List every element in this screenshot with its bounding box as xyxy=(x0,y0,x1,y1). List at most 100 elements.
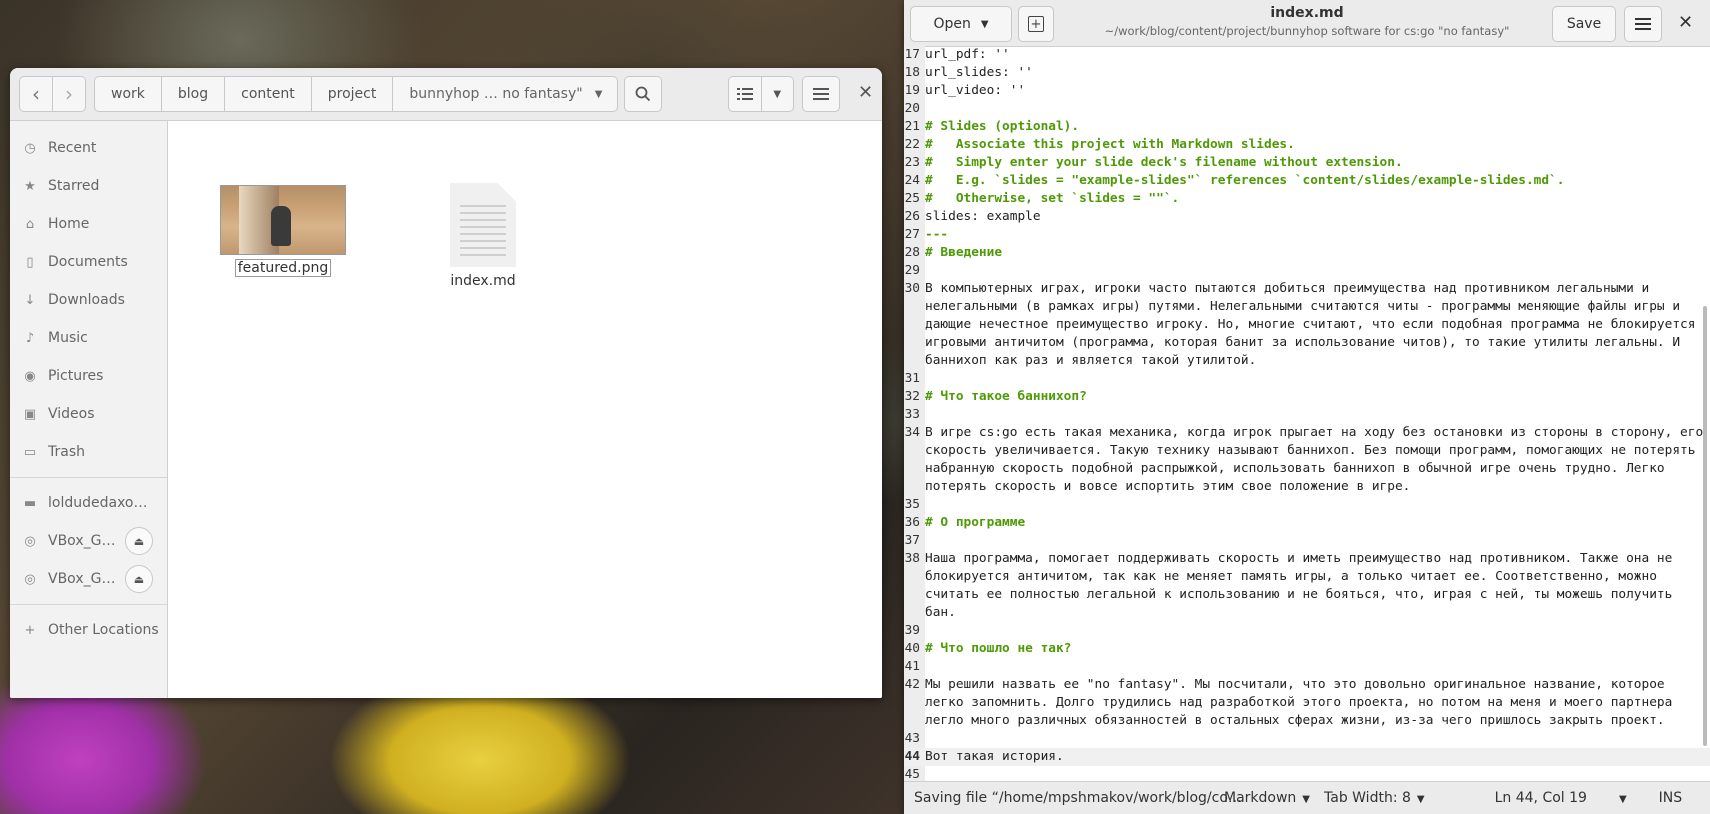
file-item-featured-png[interactable]: featured.png xyxy=(218,185,348,277)
code-line[interactable]: 18 url_slides: '' xyxy=(904,64,1710,82)
sidebar-item-downloads[interactable]: ↓ Downloads xyxy=(10,281,167,319)
open-button[interactable]: Open ▼ xyxy=(910,6,1012,42)
code-line[interactable]: 36 # О программе xyxy=(904,514,1710,532)
code-line[interactable]: 30 В компьютерных играх, игроки часто пыт… xyxy=(904,280,1710,370)
code-line[interactable]: 31 xyxy=(904,370,1710,388)
line-text xyxy=(924,730,1710,748)
code-line[interactable]: 45 xyxy=(904,766,1710,782)
files-close-button[interactable]: ✕ xyxy=(858,82,873,103)
sidebar-item-home[interactable]: ⌂ Home xyxy=(10,205,167,243)
code-line[interactable]: 38 Наша программа, помогает поддерживать … xyxy=(904,550,1710,622)
line-number: 17 xyxy=(904,47,920,62)
sidebar-item-other-locations[interactable]: + Other Locations xyxy=(10,611,167,649)
comment-text: # Associate this project with Markdown s… xyxy=(925,137,1295,152)
line-text xyxy=(924,658,1710,676)
sidebar-item-trash[interactable]: ▭ Trash xyxy=(10,433,167,471)
code-line[interactable]: 33 xyxy=(904,406,1710,424)
new-tab-button[interactable]: + xyxy=(1018,6,1054,42)
editor-close-button[interactable]: ✕ xyxy=(1678,12,1693,33)
drive-icon: ▬ xyxy=(23,495,37,511)
status-message: Saving file “/home/mpshmakov/work/blog/c… xyxy=(914,790,1242,806)
editor-title: index.md ~/work/blog/content/project/bun… xyxy=(1054,5,1560,38)
line-text xyxy=(924,532,1710,550)
line-number: 19 xyxy=(904,83,920,98)
breadcrumb-content[interactable]: content xyxy=(225,77,312,111)
nav-buttons: ‹ › xyxy=(19,76,86,112)
code-line[interactable]: 39 xyxy=(904,622,1710,640)
editor-menu-button[interactable] xyxy=(1624,6,1662,42)
code-line[interactable]: 22 # Associate this project with Markdown… xyxy=(904,136,1710,154)
code-line[interactable]: 43 xyxy=(904,730,1710,748)
line-text: url_pdf: '' xyxy=(925,47,1010,62)
line-number: 27 xyxy=(904,227,920,242)
view-options-button[interactable]: ▼ xyxy=(760,77,794,111)
code-line[interactable]: 27 --- xyxy=(904,226,1710,244)
line-text: Наша программа, помогает поддерживать ск… xyxy=(925,551,1681,620)
text-editor-area[interactable]: 17 url_pdf: '' 18 url_slides: '' 19 url_video… xyxy=(904,46,1710,782)
code-line[interactable]: 21 # Slides (optional). xyxy=(904,118,1710,136)
line-number: 37 xyxy=(904,533,920,548)
sidebar-item-starred[interactable]: ★ Starred xyxy=(10,167,167,205)
code-line[interactable]: 17 url_pdf: '' xyxy=(904,46,1710,64)
code-line[interactable]: 28 # Введение xyxy=(904,244,1710,262)
search-button[interactable] xyxy=(624,76,662,112)
sidebar-item-videos[interactable]: ▣ Videos xyxy=(10,395,167,433)
comment-text: # E.g. `slides = "example-slides"` refer… xyxy=(925,173,1565,188)
disc-icon: ◎ xyxy=(24,533,36,549)
sidebar-item-vbox-2[interactable]: ◎ VBox_G… ⏏ xyxy=(10,560,167,598)
language-label: Markdown xyxy=(1224,790,1297,806)
sidebar-item-label: Music xyxy=(48,330,88,346)
file-name: featured.png xyxy=(234,259,332,277)
cursor-position-selector[interactable]: Ln 44, Col 19 ▼ xyxy=(1495,790,1627,806)
line-number: 23 xyxy=(904,155,920,170)
line-text: url_slides: '' xyxy=(925,65,1033,80)
sidebar-item-documents[interactable]: ▯ Documents xyxy=(10,243,167,281)
file-item-index-md[interactable]: index.md xyxy=(433,183,533,289)
code-line[interactable]: 26 slides: example xyxy=(904,208,1710,226)
current-line[interactable]: 44 Вот такая история. xyxy=(904,748,1710,766)
forward-button[interactable]: › xyxy=(52,77,85,111)
code-line[interactable]: 23 # Simply enter your slide deck's filen… xyxy=(904,154,1710,172)
code-line[interactable]: 29 xyxy=(904,262,1710,280)
sidebar-item-drive[interactable]: ▬ loldudedaxo… xyxy=(10,484,167,522)
eject-button[interactable]: ⏏ xyxy=(125,527,153,555)
save-button[interactable]: Save xyxy=(1552,6,1616,42)
hamburger-menu-icon xyxy=(1635,18,1651,30)
code-line[interactable]: 37 xyxy=(904,532,1710,550)
sidebar-item-label: Home xyxy=(48,216,90,232)
back-button[interactable]: ‹ xyxy=(20,77,52,111)
code-line[interactable]: 19 url_video: '' xyxy=(904,82,1710,100)
code-line[interactable]: 42 Мы решили назвать ее "no fantasy". Мы … xyxy=(904,676,1710,730)
code-line[interactable]: 34 В игре cs:go есть такая механика, когд… xyxy=(904,424,1710,496)
breadcrumb-current-folder[interactable]: bunnyhop … no fantasy" ▼ xyxy=(393,77,618,111)
list-view-button[interactable] xyxy=(729,77,761,111)
tab-width-selector[interactable]: Tab Width: 8 ▼ xyxy=(1324,790,1425,806)
code-line[interactable]: 24 # E.g. `slides = "example-slides"` ref… xyxy=(904,172,1710,190)
document-path: ~/work/blog/content/project/bunnyhop sof… xyxy=(1104,24,1510,38)
line-text: slides: example xyxy=(925,209,1041,224)
code-line[interactable]: 35 xyxy=(904,496,1710,514)
files-menu-button[interactable] xyxy=(802,76,840,112)
code-line[interactable]: 25 # Otherwise, set `slides = ""`. xyxy=(904,190,1710,208)
sidebar-item-music[interactable]: ♪ Music xyxy=(10,319,167,357)
sidebar-item-vbox-1[interactable]: ◎ VBox_G… ⏏ xyxy=(10,522,167,560)
line-number: 31 xyxy=(904,371,920,386)
breadcrumb-blog[interactable]: blog xyxy=(162,77,226,111)
code-line[interactable]: 41 xyxy=(904,658,1710,676)
eject-button[interactable]: ⏏ xyxy=(125,565,153,593)
breadcrumb-project[interactable]: project xyxy=(312,77,394,111)
line-number: 25 xyxy=(904,191,920,206)
code-line[interactable]: 40 # Что пошло не так? xyxy=(904,640,1710,658)
chevron-down-icon: ▼ xyxy=(1416,794,1425,805)
language-selector[interactable]: Markdown ▼ xyxy=(1224,790,1310,806)
markdown-heading: # О программе xyxy=(925,515,1026,530)
code-line[interactable]: 32 # Что такое баннихоп? xyxy=(904,388,1710,406)
sidebar-item-pictures[interactable]: ◉ Pictures xyxy=(10,357,167,395)
sidebar-item-recent[interactable]: ◷ Recent xyxy=(10,129,167,167)
code-line[interactable]: 20 xyxy=(904,100,1710,118)
breadcrumb-work[interactable]: work xyxy=(95,77,162,111)
cursor-position-label: Ln 44, Col 19 xyxy=(1494,790,1587,806)
editor-header-bar: Open ▼ + index.md ~/work/blog/content/pr… xyxy=(904,0,1710,47)
line-number: 29 xyxy=(904,263,920,278)
sidebar-item-label: Downloads xyxy=(48,292,125,308)
